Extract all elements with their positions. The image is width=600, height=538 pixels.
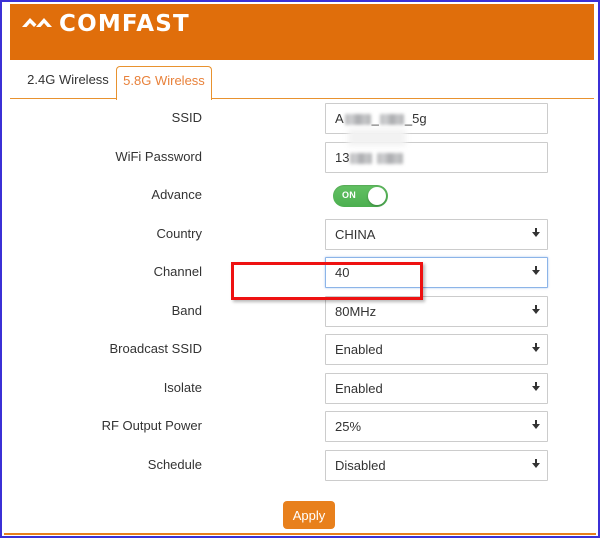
redacted-text: [377, 152, 404, 164]
form-actions: Apply: [10, 501, 594, 529]
advance-toggle-state: ON: [342, 190, 357, 200]
bottom-accent-rule: [4, 533, 596, 535]
brand-logo: COMFAST: [21, 11, 190, 37]
chevron-down-icon: [532, 420, 540, 429]
isolate-value: Enabled: [335, 380, 383, 396]
label-broadcast-ssid: Broadcast SSID: [109, 341, 203, 356]
app-header: COMFAST: [10, 4, 594, 60]
rf-output-power-value: 25%: [335, 419, 362, 434]
schedule-value: Disabled: [335, 457, 386, 473]
broadcast-ssid-select[interactable]: Enabled: [325, 334, 548, 365]
toggle-knob: [368, 187, 386, 205]
rf-output-power-select[interactable]: 25%: [325, 411, 548, 442]
redacted-text: [379, 114, 404, 125]
channel-highlight-annotation: [231, 262, 423, 300]
chevron-down-icon: [532, 304, 540, 314]
label-ssid: SSID: [171, 110, 202, 125]
advance-toggle[interactable]: ON: [333, 185, 388, 207]
chevron-down-icon: [532, 227, 540, 237]
label-schedule: Schedule: [147, 456, 202, 472]
country-select[interactable]: CHINA: [325, 218, 548, 250]
ssid-value: A _ _5g: [335, 111, 427, 126]
comfast-chevron-mark-icon: [22, 18, 52, 27]
label-band: Band: [171, 302, 202, 318]
label-advance: Advance: [151, 187, 202, 202]
page-inner: COMFAST 2.4G Wireless 5.8G Wireless SSID…: [3, 3, 597, 535]
form-row-rf-output-power: RF Output Power 25%: [10, 409, 594, 448]
isolate-select[interactable]: Enabled: [325, 372, 548, 404]
form-row-isolate: Isolate Enabled: [10, 371, 594, 410]
label-wifi-password: WiFi Password: [115, 148, 202, 164]
form-row-ssid: SSID A _ _5g: [10, 101, 594, 146]
browser-page-frame: COMFAST 2.4G Wireless 5.8G Wireless SSID…: [0, 0, 600, 538]
brand-name: COMFAST: [59, 11, 190, 37]
redacted-text: [350, 152, 373, 164]
form-row-country: Country CHINA: [10, 217, 594, 256]
wifi-password-input[interactable]: 13: [325, 141, 548, 173]
label-country: Country: [156, 225, 202, 241]
schedule-select[interactable]: Disabled: [325, 449, 548, 481]
redacted-text: [344, 114, 371, 125]
broadcast-ssid-value: Enabled: [335, 342, 383, 357]
label-rf-output-power: RF Output Power: [101, 418, 202, 433]
tab-2-4g-wireless-label: 2.4G Wireless: [27, 72, 109, 87]
tab-strip: 2.4G Wireless 5.8G Wireless: [10, 60, 594, 100]
chevron-down-icon: [532, 343, 540, 352]
label-isolate: Isolate: [163, 379, 202, 395]
chevron-down-icon: [532, 458, 540, 468]
band-value: 80MHz: [335, 303, 377, 319]
wifi-password-value: 13: [335, 150, 404, 165]
tab-2-4g-wireless[interactable]: 2.4G Wireless: [18, 66, 118, 100]
form-row-broadcast-ssid: Broadcast SSID Enabled: [10, 332, 594, 371]
form-row-advance: Advance ON: [10, 178, 594, 217]
redaction-smudge: [348, 129, 406, 146]
chevron-down-icon: [532, 266, 540, 275]
form-row-wifi-password: WiFi Password 13: [10, 140, 594, 179]
band-select[interactable]: 80MHz: [325, 295, 548, 327]
tab-5-8g-wireless-label: 5.8G Wireless: [123, 73, 205, 88]
label-channel: Channel: [153, 264, 202, 279]
country-value: CHINA: [335, 226, 376, 242]
chevron-down-icon: [532, 381, 540, 391]
tab-5-8g-wireless[interactable]: 5.8G Wireless: [116, 66, 212, 100]
form-row-schedule: Schedule Disabled: [10, 448, 594, 487]
apply-button[interactable]: Apply: [283, 501, 335, 529]
